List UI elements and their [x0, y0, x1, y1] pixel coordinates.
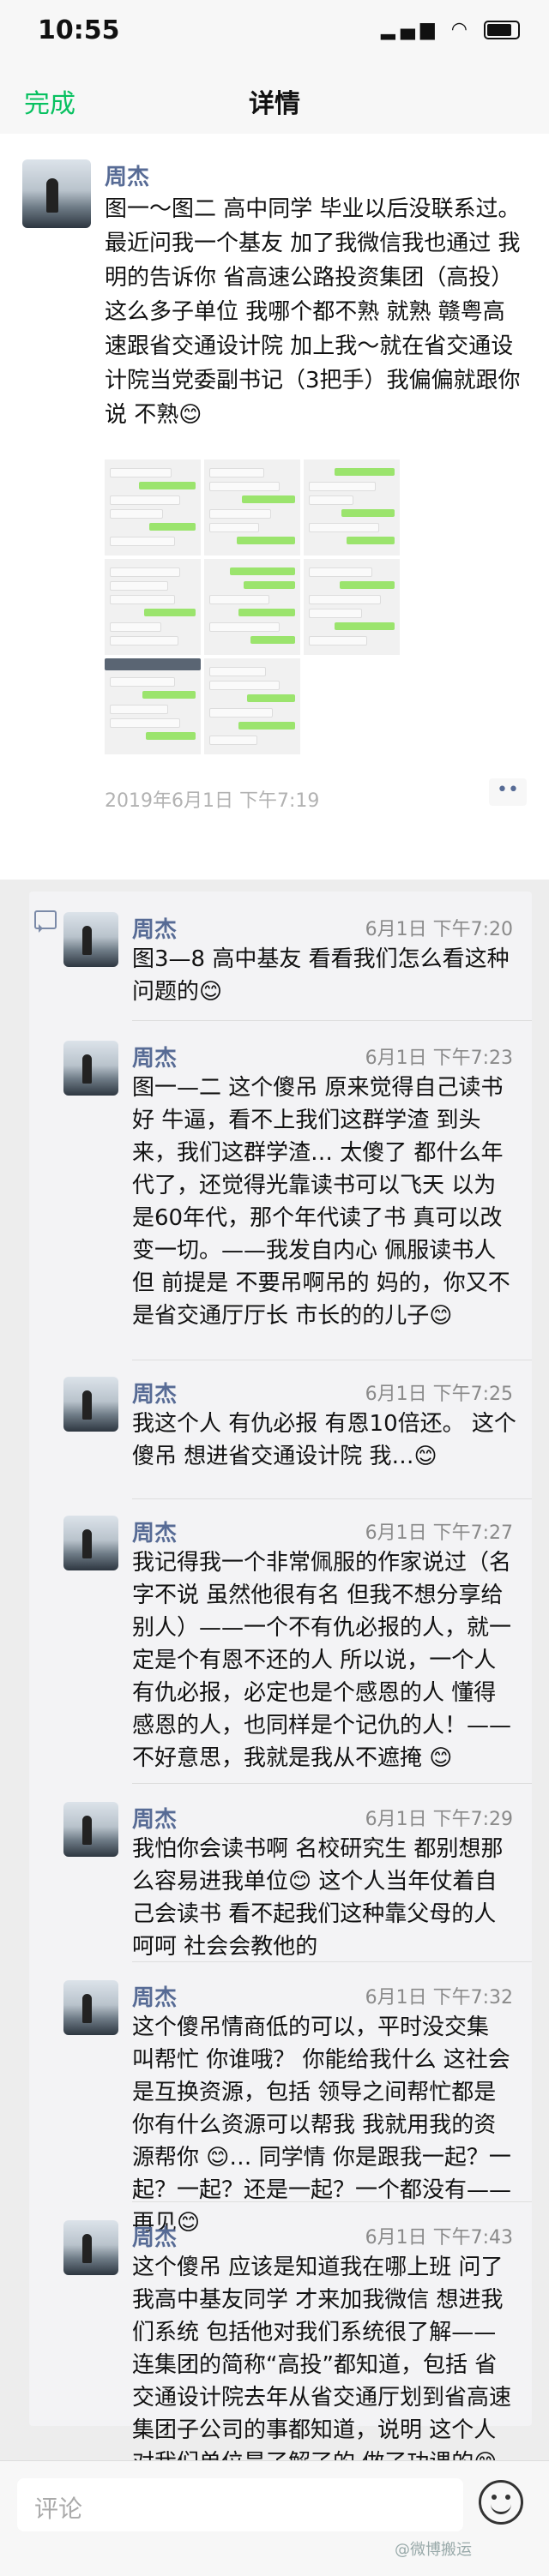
comment-author[interactable]: 周杰 — [132, 1041, 177, 1072]
comment-text[interactable]: 这个傻吊 应该是知道我在哪上班 问了我高中基友同学 才来加我微信 想进我们系统 … — [132, 2251, 516, 2479]
screenshot-photo[interactable] — [304, 459, 400, 555]
divider — [132, 1020, 532, 1021]
comment-time: 6月1日 下午7:43 — [365, 2227, 513, 2249]
signal-icon: ▂▄▆ — [381, 19, 440, 40]
divider — [132, 1498, 532, 1499]
post-text: 图一～图二 高中同学 毕业以后没联系过。最近问我一个基友 加了我微信我也通过 我… — [105, 196, 521, 428]
screenshot-photo[interactable] — [204, 459, 300, 555]
comment-text[interactable]: 这个傻吊情商低的可以，平时没交集 叫帮忙 你谁哦？ 你能给我什么 这社会是互换资… — [132, 2011, 516, 2239]
divider — [132, 2201, 532, 2202]
comment-time: 6月1日 下午7:25 — [365, 1384, 513, 1405]
screenshot-photo[interactable] — [304, 559, 400, 655]
comment-time: 6月1日 下午7:29 — [365, 1809, 513, 1830]
comment-time: 6月1日 下午7:32 — [365, 1987, 513, 2009]
screenshot-photo[interactable] — [105, 658, 201, 754]
moments-post: 周杰 图一～图二 高中同学 毕业以后没联系过。最近问我一个基友 加了我微信我也通… — [0, 134, 549, 880]
comment-time: 6月1日 下午7:27 — [365, 1522, 513, 1544]
comment-author[interactable]: 周杰 — [132, 1377, 177, 1408]
avatar[interactable] — [63, 1980, 118, 2035]
more-actions-button[interactable]: •• — [489, 778, 527, 806]
avatar[interactable] — [63, 1041, 118, 1096]
comment-text[interactable]: 图3—8 高中基友 看看我们怎么看这种问题的😊 — [132, 943, 516, 1008]
comment-author[interactable]: 周杰 — [132, 912, 177, 944]
comment-time: 6月1日 下午7:23 — [365, 1048, 513, 1069]
divider — [132, 1783, 532, 1784]
comment-time: 6月1日 下午7:20 — [365, 919, 513, 940]
comment-text[interactable]: 我这个人 有仇必报 有恩10倍还。 这个傻吊 想进省交通设计院 我…😊 — [132, 1408, 516, 1473]
photo-grid — [105, 459, 400, 754]
screenshot-photo[interactable] — [204, 658, 300, 754]
status-bar: 10:55 ▂▄▆ ◠ — [0, 0, 549, 62]
post-author[interactable]: 周杰 — [105, 159, 149, 191]
comments-section: 周杰 6月1日 下午7:20 图3—8 高中基友 看看我们怎么看这种问题的😊 周… — [29, 892, 532, 2476]
comment-text[interactable]: 我记得我一个非常佩服的作家说过（名字不说 虽然他很有名 但我不想分享给别人）——… — [132, 1546, 516, 1774]
screenshot-photo[interactable] — [204, 559, 300, 655]
post-timestamp: 2019年6月1日 下午7:19 — [105, 790, 320, 812]
comment-author[interactable]: 周杰 — [132, 1802, 177, 1834]
divider — [132, 1961, 532, 1962]
screenshot-photo[interactable] — [105, 559, 201, 655]
page-title: 详情 — [249, 89, 300, 119]
emoji-icon[interactable] — [479, 2480, 523, 2525]
wifi-icon: ◠ — [450, 19, 473, 40]
comment-placeholder: 评论 — [34, 2495, 83, 2523]
battery-icon — [484, 21, 520, 39]
watermark: @微博搬运 — [395, 2541, 472, 2559]
comment-input[interactable]: 评论 — [17, 2478, 463, 2531]
status-icons: ▂▄▆ ◠ — [381, 19, 520, 40]
comment-author[interactable]: 周杰 — [132, 1980, 177, 2012]
avatar[interactable] — [63, 1802, 118, 1857]
status-time: 10:55 — [38, 15, 120, 45]
comment-text[interactable]: 我怕你会读书啊 名校研究生 都别想那么容易进我单位😊 这个人当年仗着自己会读书 … — [132, 1833, 516, 1963]
nav-bar: 完成 详情 — [0, 62, 549, 135]
avatar[interactable] — [63, 912, 118, 967]
comment-author[interactable]: 周杰 — [132, 2220, 177, 2252]
avatar[interactable] — [22, 159, 91, 228]
avatar[interactable] — [63, 1377, 118, 1432]
avatar[interactable] — [63, 1516, 118, 1570]
comment-author[interactable]: 周杰 — [132, 1516, 177, 1547]
comment-text[interactable]: 图一—二 这个傻吊 原来觉得自己读书好 牛逼，看不上我们这群学渣 到头来，我们这… — [132, 1072, 516, 1332]
comment-icon — [34, 910, 57, 933]
avatar[interactable] — [63, 2220, 118, 2275]
screenshot-photo[interactable] — [105, 459, 201, 555]
